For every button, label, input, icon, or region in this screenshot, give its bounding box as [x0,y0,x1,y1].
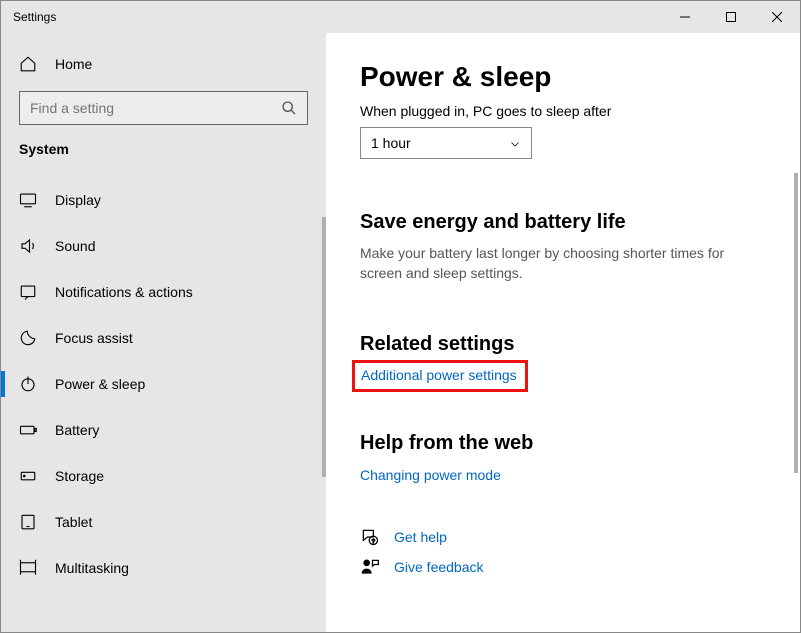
main-scrollbar[interactable] [794,173,798,473]
give-feedback-row[interactable]: Give feedback [360,557,766,577]
related-settings-heading: Related settings [360,333,766,356]
get-help-row[interactable]: ? Get help [360,527,766,547]
changing-power-mode-link[interactable]: Changing power mode [360,467,501,483]
search-box[interactable] [19,91,308,125]
nav-item-power-sleep[interactable]: Power & sleep [1,361,326,407]
nav-label: Power & sleep [55,376,145,392]
nav-label: Multitasking [55,560,129,576]
sidebar: Home System Display Sound Notifications … [1,33,326,632]
focus-assist-icon [19,329,37,347]
save-energy-heading: Save energy and battery life [360,211,766,234]
titlebar: Settings [1,1,800,33]
page-title: Power & sleep [360,61,766,93]
plugged-in-label: When plugged in, PC goes to sleep after [360,103,766,119]
help-from-web-heading: Help from the web [360,432,766,455]
nav-label: Tablet [55,514,92,530]
nav-list: Display Sound Notifications & actions Fo… [1,177,326,591]
nav-item-multitasking[interactable]: Multitasking [1,545,326,591]
main-panel: Power & sleep When plugged in, PC goes t… [326,33,800,632]
notifications-icon [19,283,37,301]
save-energy-desc: Make your battery last longer by choosin… [360,244,766,283]
minimize-button[interactable] [662,1,708,33]
window-controls [662,1,800,33]
close-button[interactable] [754,1,800,33]
sound-icon [19,237,37,255]
get-help-icon: ? [360,527,380,547]
nav-item-notifications[interactable]: Notifications & actions [1,269,326,315]
nav-item-sound[interactable]: Sound [1,223,326,269]
window-title: Settings [13,10,56,24]
search-input[interactable] [30,100,281,116]
multitasking-icon [19,559,37,577]
sleep-dropdown[interactable]: 1 hour [360,127,532,159]
nav-label: Display [55,192,101,208]
maximize-button[interactable] [708,1,754,33]
nav-label: Focus assist [55,330,133,346]
get-help-link[interactable]: Get help [394,529,447,545]
power-icon [19,375,37,393]
home-icon [19,55,37,73]
home-label: Home [55,56,92,72]
display-icon [19,191,37,209]
search-icon [281,100,297,116]
highlight-annotation: Additional power settings [352,360,528,392]
nav-item-storage[interactable]: Storage [1,453,326,499]
home-nav[interactable]: Home [1,47,326,81]
storage-icon [19,467,37,485]
feedback-icon [360,557,380,577]
nav-label: Notifications & actions [55,284,193,300]
battery-icon [19,421,37,439]
nav-item-tablet[interactable]: Tablet [1,499,326,545]
chevron-down-icon [509,137,521,149]
nav-label: Sound [55,238,95,254]
additional-power-settings-link[interactable]: Additional power settings [361,367,517,383]
nav-item-focus-assist[interactable]: Focus assist [1,315,326,361]
nav-item-battery[interactable]: Battery [1,407,326,453]
dropdown-value: 1 hour [371,135,411,151]
give-feedback-link[interactable]: Give feedback [394,559,484,575]
sidebar-section-label: System [1,139,326,177]
nav-item-display[interactable]: Display [1,177,326,223]
nav-label: Battery [55,422,99,438]
tablet-icon [19,513,37,531]
nav-label: Storage [55,468,104,484]
